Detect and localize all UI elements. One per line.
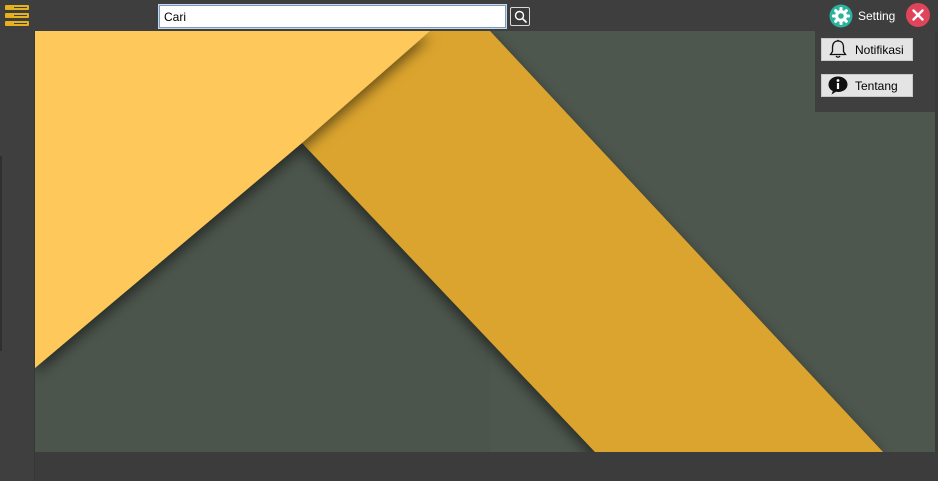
- left-rail: [0, 31, 35, 481]
- settings-dropdown: Notifikasi Tentang: [815, 31, 935, 112]
- close-icon: [906, 3, 930, 27]
- wallpaper-canvas: [35, 31, 935, 452]
- hamburger-menu-icon: [5, 5, 29, 26]
- close-button[interactable]: [906, 3, 930, 27]
- setting-label: Setting: [858, 8, 896, 23]
- search-icon: [514, 10, 527, 23]
- setting-button[interactable]: Setting: [829, 3, 895, 28]
- bell-icon: [826, 39, 850, 60]
- tentang-label: Tentang: [855, 78, 898, 93]
- search-input[interactable]: [158, 4, 507, 29]
- bottom-bar: [35, 452, 938, 481]
- gear-icon: [829, 4, 853, 27]
- notifikasi-label: Notifikasi: [855, 42, 904, 57]
- rail-edge: [0, 156, 2, 351]
- notifikasi-button[interactable]: Notifikasi: [821, 38, 913, 61]
- material-wallpaper: [35, 31, 935, 452]
- info-icon: [826, 75, 850, 96]
- top-bar: Setting: [0, 0, 938, 31]
- search-button[interactable]: [510, 7, 530, 26]
- app-window: Setting: [0, 0, 938, 481]
- tentang-button[interactable]: Tentang: [821, 74, 913, 97]
- menu-button[interactable]: [4, 4, 30, 27]
